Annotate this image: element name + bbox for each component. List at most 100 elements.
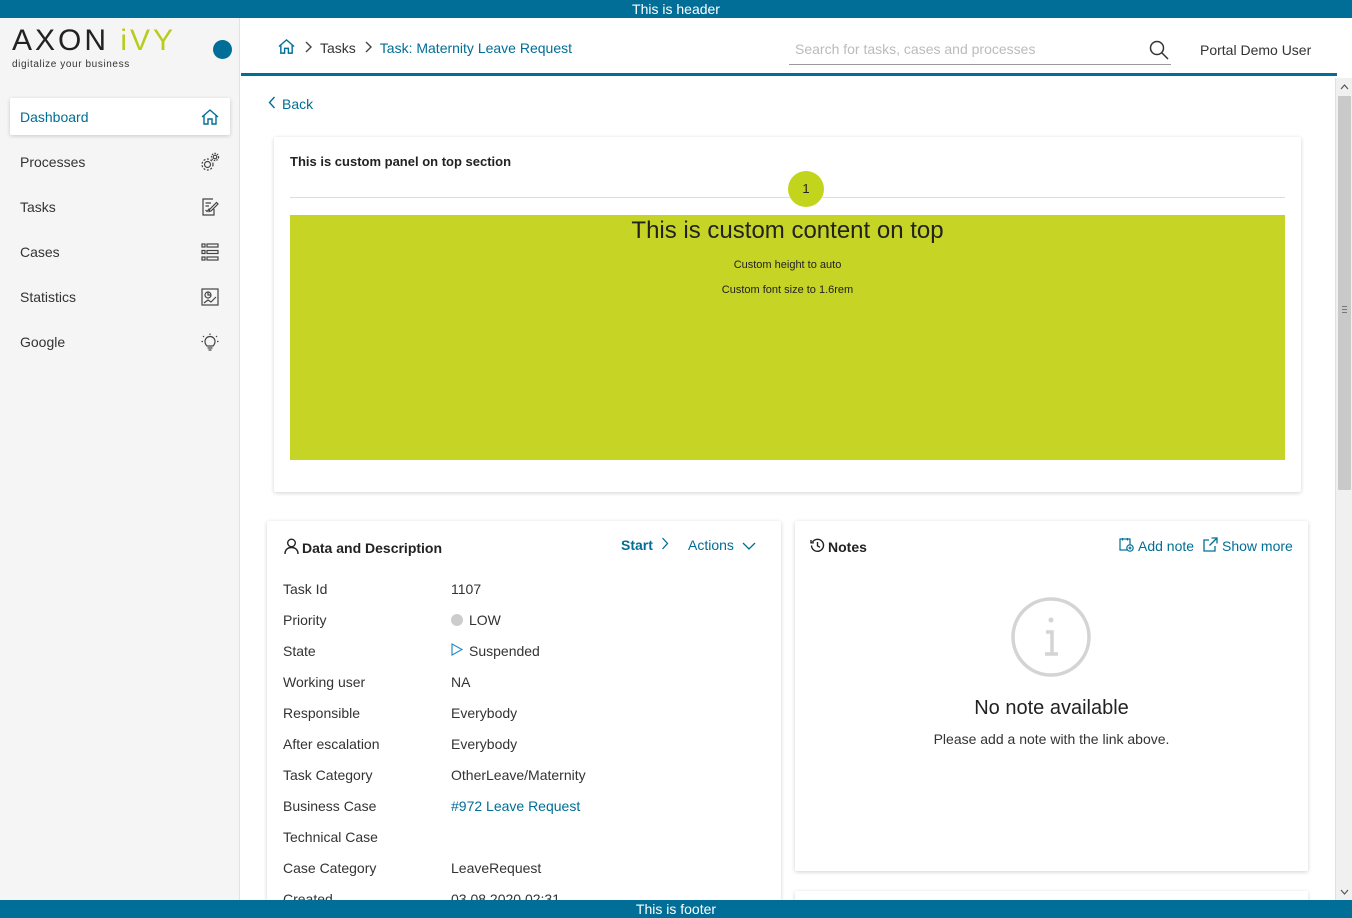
header-banner: This is header (0, 0, 1352, 18)
empty-state-title: No note available (974, 697, 1129, 719)
sidebar-item-dashboard[interactable]: Dashboard (10, 98, 230, 135)
footer-banner: This is footer (0, 900, 1352, 918)
lightbulb-icon (200, 332, 220, 352)
detail-value: LOW (451, 612, 501, 628)
chevron-right-icon (661, 537, 669, 553)
start-label: Start (621, 537, 653, 553)
top-bar: Tasks Task: Maternity Leave Request Port… (241, 18, 1337, 76)
detail-key: Task Id (283, 580, 328, 597)
card-title: Data and Description (284, 538, 442, 557)
actions-dropdown[interactable]: Actions (688, 537, 756, 553)
detail-value: Suspended (451, 642, 540, 659)
sidebar-item-label: Cases (20, 243, 60, 260)
empty-state-message: Please add a note with the link above. (933, 731, 1170, 747)
sidebar-nav: Dashboard Processes Tasks Cases Statisti… (10, 98, 230, 364)
detail-key: Business Case (283, 797, 377, 814)
sidebar: AXON iVY digitalize your business Dashbo… (0, 18, 240, 900)
start-button[interactable]: Start (621, 537, 669, 553)
detail-row: Task Category OtherLeave/Maternity (283, 759, 763, 790)
chevron-right-icon (364, 41, 372, 56)
add-note-label: Add note (1138, 538, 1195, 554)
logo-tagline: digitalize your business (12, 59, 130, 70)
external-link-icon (1203, 537, 1218, 555)
breadcrumb-tasks[interactable]: Tasks (320, 40, 356, 56)
detail-value: Everybody (451, 735, 518, 752)
sidebar-item-processes[interactable]: Processes (10, 139, 230, 184)
chart-icon (200, 287, 220, 307)
breadcrumb: Tasks Task: Maternity Leave Request (277, 38, 572, 58)
detail-key: After escalation (283, 735, 380, 752)
detail-row: Business Case #972 Leave Request (283, 790, 763, 821)
custom-content-area: This is custom content on top Custom hei… (290, 215, 1285, 460)
detail-value: OtherLeave/Maternity (451, 766, 586, 783)
scrollbar-thumb[interactable] (1338, 96, 1351, 490)
detail-value: Everybody (451, 704, 518, 721)
custom-content-line: Custom height to auto (733, 259, 842, 271)
detail-row: Technical Case (283, 821, 763, 852)
home-icon (200, 107, 220, 127)
detail-key: Technical Case (283, 828, 378, 845)
chevron-left-icon (268, 96, 276, 112)
sidebar-item-label: Google (20, 333, 66, 350)
user-menu[interactable]: Portal Demo User (1200, 42, 1311, 58)
detail-row: State Suspended (283, 635, 763, 666)
home-icon[interactable] (277, 38, 296, 58)
card-title: Notes (810, 538, 867, 556)
sidebar-item-label: Statistics (20, 288, 77, 305)
logo-main: AXON (12, 24, 110, 57)
custom-top-panel: This is custom panel on top section 1 Th… (274, 137, 1301, 492)
detail-row: Responsible Everybody (283, 697, 763, 728)
state-value: Suspended (469, 642, 540, 659)
business-case-link[interactable]: #972 Leave Request (451, 798, 580, 814)
detail-row: Case Category LeaveRequest (283, 852, 763, 883)
sidebar-item-cases[interactable]: Cases (10, 229, 230, 274)
detail-row: Priority LOW (283, 604, 763, 635)
detail-value: LeaveRequest (451, 859, 542, 876)
back-button[interactable]: Back (268, 96, 313, 112)
search-input[interactable] (789, 38, 1129, 60)
user-icon (284, 538, 299, 557)
page-scrollbar[interactable] (1335, 78, 1352, 900)
actions-label: Actions (688, 537, 734, 553)
detail-row: Task Id 1107 (283, 573, 763, 604)
back-label: Back (282, 96, 314, 112)
sidebar-item-label: Tasks (20, 198, 56, 215)
gears-icon (200, 152, 220, 172)
detail-key: State (283, 642, 316, 659)
card-title-text: Data and Description (302, 539, 443, 556)
menu-toggle-button[interactable] (213, 40, 232, 59)
chevron-right-icon (304, 41, 312, 56)
detail-key: Working user (283, 673, 366, 690)
global-search (789, 38, 1171, 65)
sidebar-item-google[interactable]: Google (10, 319, 230, 364)
detail-key: Task Category (283, 766, 373, 783)
scroll-down-arrow-icon[interactable] (1336, 883, 1352, 900)
sidebar-item-tasks[interactable]: Tasks (10, 184, 230, 229)
scroll-grip-icon (1342, 306, 1347, 313)
list-icon (200, 242, 220, 262)
task-edit-icon (200, 197, 220, 217)
data-description-card: Data and Description Start Actions Task … (267, 521, 781, 911)
logo-text: AXON iVY (12, 26, 176, 56)
history-icon (810, 538, 825, 556)
priority-value: LOW (469, 611, 501, 628)
notes-title-text: Notes (828, 539, 867, 555)
logo[interactable]: AXON iVY digitalize your business (12, 26, 176, 71)
detail-key: Case Category (283, 859, 377, 876)
add-note-button[interactable]: Add note (1119, 537, 1194, 555)
search-icon[interactable] (1149, 40, 1169, 63)
detail-value: NA (451, 673, 471, 690)
show-more-label: Show more (1222, 538, 1293, 554)
info-icon (1010, 596, 1092, 681)
detail-key: Priority (283, 611, 327, 628)
breadcrumb-current[interactable]: Task: Maternity Leave Request (380, 40, 572, 56)
custom-content-title: This is custom content on top (631, 217, 944, 244)
show-more-button[interactable]: Show more (1203, 537, 1293, 555)
scroll-up-arrow-icon[interactable] (1336, 78, 1352, 95)
divider (290, 197, 1285, 198)
notes-card: Notes Add note Show more No note availab… (795, 521, 1308, 871)
add-note-icon (1119, 537, 1134, 555)
step-badge: 1 (788, 171, 824, 207)
task-details: Task Id 1107 Priority LOW State Suspende… (283, 573, 763, 914)
sidebar-item-statistics[interactable]: Statistics (10, 274, 230, 319)
